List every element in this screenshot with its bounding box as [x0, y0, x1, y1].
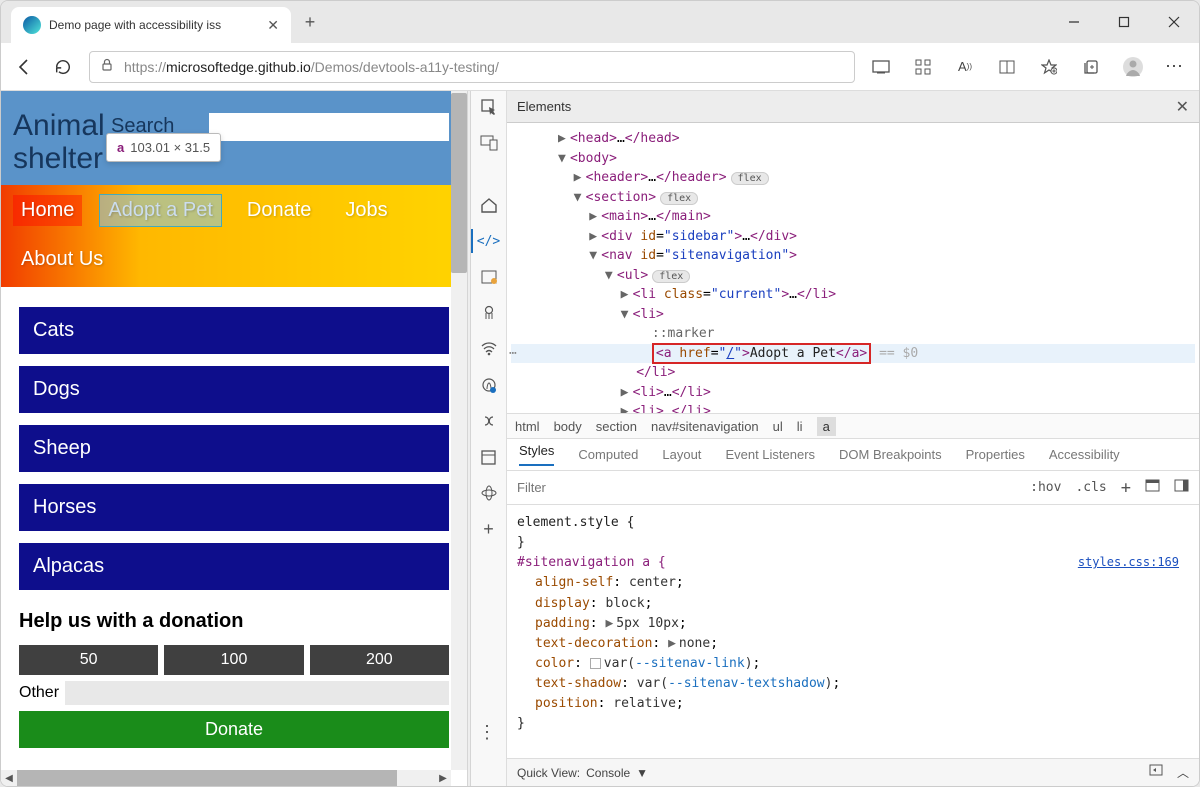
site-navigation: Home Adopt a Pet Donate Jobs About Us — [1, 185, 467, 287]
url-text: https://microsoftedge.github.io/Demos/de… — [124, 59, 499, 75]
dom-breadcrumb[interactable]: html body section nav#sitenavigation ul … — [507, 413, 1199, 439]
styles-body[interactable]: element.style { } #sitenavigation a {sty… — [507, 505, 1199, 758]
nav-jobs[interactable]: Jobs — [337, 195, 395, 226]
inspect-icon[interactable] — [479, 97, 499, 117]
screenshot-icon[interactable] — [869, 55, 893, 79]
device-styles-icon[interactable] — [1174, 479, 1189, 496]
elements-icon[interactable]: </> — [479, 231, 499, 251]
inspect-tooltip: a103.01 × 31.5 — [106, 133, 221, 162]
list-item[interactable]: Sheep — [19, 425, 449, 472]
elements-tab[interactable]: Elements — [517, 99, 571, 114]
quickview-bar: Quick View: Console ▼ ︿ — [507, 758, 1199, 786]
computed-toggle-icon[interactable] — [1145, 479, 1160, 496]
tab-title: Demo page with accessibility iss — [49, 18, 259, 32]
reader-icon[interactable] — [995, 55, 1019, 79]
browser-window: Demo page with accessibility iss ✕ + htt… — [0, 0, 1200, 787]
new-tab-button[interactable]: + — [295, 7, 325, 37]
styles-filter-input[interactable] — [507, 480, 1020, 495]
list-item[interactable]: Cats — [19, 307, 449, 354]
more-tools-icon[interactable]: + — [479, 519, 499, 539]
donation-heading: Help us with a donation — [19, 610, 449, 633]
collections-icon[interactable] — [1079, 55, 1103, 79]
devtools-close-icon[interactable]: ✕ — [1176, 97, 1189, 117]
hov-toggle[interactable]: :hov — [1030, 480, 1061, 495]
favorite-icon[interactable] — [1037, 55, 1061, 79]
donation-amount[interactable]: 200 — [310, 645, 449, 675]
window-controls — [1049, 1, 1199, 43]
lock-icon — [100, 58, 114, 75]
profile-icon[interactable] — [1121, 55, 1145, 79]
devtools-main: Elements ✕ ▶<head>…</head> ▼<body> ▶<hea… — [507, 91, 1199, 786]
properties-tab[interactable]: Properties — [966, 447, 1025, 462]
devtools-panel-tabs: Elements ✕ — [507, 91, 1199, 123]
source-link[interactable]: styles.css:169 — [1078, 553, 1179, 572]
styles-tabs: Styles Computed Layout Event Listeners D… — [507, 439, 1199, 471]
page-header: Animalshelter Search a103.01 × 31.5 — [1, 91, 467, 185]
edge-icon — [23, 16, 41, 34]
donation-section: Help us with a donation 50 100 200 Other… — [1, 600, 467, 768]
application-icon[interactable] — [479, 447, 499, 467]
devtools: </> + Elements ✕ ▶<head>…</head> ▼<body>… — [471, 91, 1199, 786]
close-button[interactable] — [1149, 1, 1199, 43]
devtools-more-icon[interactable]: ⋮ — [478, 722, 496, 743]
new-rule-button[interactable]: + — [1121, 478, 1131, 498]
chevron-down-icon[interactable]: ▼ — [636, 766, 648, 780]
addressbar: https://microsoftedge.github.io/Demos/de… — [1, 43, 1199, 91]
styles-tab[interactable]: Styles — [519, 443, 554, 466]
rendered-page: Animalshelter Search a103.01 × 31.5 Home… — [1, 91, 467, 786]
list-item[interactable]: Horses — [19, 484, 449, 531]
other-input[interactable] — [65, 681, 449, 705]
cls-toggle[interactable]: .cls — [1075, 480, 1106, 495]
minimize-button[interactable] — [1049, 1, 1099, 43]
device-icon[interactable] — [479, 133, 499, 153]
layout-tab[interactable]: Layout — [662, 447, 701, 462]
content-area: Animalshelter Search a103.01 × 31.5 Home… — [1, 91, 1199, 786]
list-item[interactable]: Dogs — [19, 366, 449, 413]
donation-amount[interactable]: 50 — [19, 645, 158, 675]
url-box[interactable]: https://microsoftedge.github.io/Demos/de… — [89, 51, 855, 83]
page-vertical-scrollbar[interactable] — [451, 91, 467, 770]
tab-close-icon[interactable]: ✕ — [267, 17, 279, 34]
nav-home[interactable]: Home — [13, 195, 82, 226]
other-label: Other — [19, 684, 59, 702]
chevron-up-icon[interactable]: ︿ — [1177, 764, 1189, 781]
computed-tab[interactable]: Computed — [578, 447, 638, 462]
dombreakpoints-tab[interactable]: DOM Breakpoints — [839, 447, 942, 462]
page-title: Animalshelter — [13, 109, 105, 175]
nav-donate[interactable]: Donate — [239, 195, 320, 226]
nav-adopt[interactable]: Adopt a Pet — [100, 195, 221, 226]
donate-button[interactable]: Donate — [19, 711, 449, 748]
css-overview-icon[interactable] — [479, 483, 499, 503]
quickview-label: Quick View: — [517, 766, 580, 780]
titlebar: Demo page with accessibility iss ✕ + — [1, 1, 1199, 43]
category-list: Cats Dogs Sheep Horses Alpacas — [1, 287, 467, 600]
apps-icon[interactable] — [911, 55, 935, 79]
back-button[interactable] — [13, 55, 37, 79]
performance-icon[interactable] — [479, 375, 499, 395]
quickview-toggle-icon[interactable] — [1149, 764, 1163, 781]
read-aloud-icon[interactable]: A)) — [953, 55, 977, 79]
donation-amount[interactable]: 100 — [164, 645, 303, 675]
memory-icon[interactable] — [479, 411, 499, 431]
devtools-activity-bar: </> + — [471, 91, 507, 786]
list-item[interactable]: Alpacas — [19, 543, 449, 590]
styles-filter-row: :hov .cls + — [507, 471, 1199, 505]
console-icon[interactable] — [479, 267, 499, 287]
search-input[interactable] — [209, 113, 449, 141]
eventlisteners-tab[interactable]: Event Listeners — [725, 447, 815, 462]
refresh-button[interactable] — [51, 55, 75, 79]
maximize-button[interactable] — [1099, 1, 1149, 43]
browser-tab[interactable]: Demo page with accessibility iss ✕ — [11, 7, 291, 43]
network-icon[interactable] — [479, 339, 499, 359]
welcome-icon[interactable] — [479, 195, 499, 215]
sources-icon[interactable] — [479, 303, 499, 323]
menu-icon[interactable]: ⋯ — [1163, 55, 1187, 79]
quickview-value[interactable]: Console — [586, 766, 630, 780]
dom-tree[interactable]: ▶<head>…</head> ▼<body> ▶<header>…</head… — [507, 123, 1199, 413]
accessibility-tab[interactable]: Accessibility — [1049, 447, 1120, 462]
page-horizontal-scrollbar[interactable]: ◀▶ — [1, 770, 451, 786]
nav-about[interactable]: About Us — [13, 244, 455, 275]
addressbar-actions: A)) ⋯ — [869, 55, 1187, 79]
